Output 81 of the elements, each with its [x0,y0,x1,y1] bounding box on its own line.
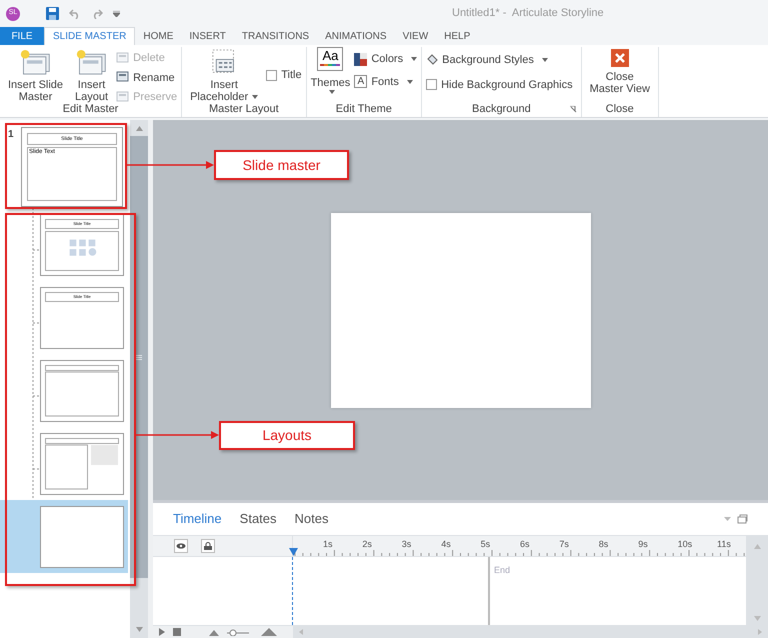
slide-icon [116,71,130,84]
slide-number: 1 [8,128,15,142]
colors-button[interactable]: Colors [354,51,418,68]
scroll-right-icon [758,629,762,635]
eye-icon [176,543,186,549]
placeholder-icon [212,49,236,75]
caret-icon [542,58,548,62]
tick-label: 5s [480,538,490,551]
end-label: End [494,565,510,575]
dialog-launcher-icon [570,106,577,112]
ribbon-tab[interactable]: HELP [436,27,478,45]
tick-label: 4s [441,538,451,551]
color-swatch-icon [354,52,368,66]
group-label: Close [606,102,634,117]
caret-icon [411,57,418,62]
close-master-view-button[interactable]: Close Master View [586,47,654,95]
fonts-button[interactable]: A Fonts [354,74,418,90]
panel-tab[interactable]: States [240,509,277,529]
ribbon-tab[interactable]: VIEW [394,27,436,45]
lock-icon [204,542,212,550]
tick-label: 7s [559,538,569,551]
insert-placeholder-button[interactable]: Insert Placeholder [186,47,262,103]
scroll-down-icon [754,616,760,621]
dropdown-icon [724,517,731,521]
tick-label: 10s [678,538,692,551]
slide-icon [116,90,130,104]
tick-label: 1s [323,538,333,551]
restore-icon [737,514,748,524]
insert-slide-master-button[interactable]: Insert Slide Master [4,47,68,103]
layout-thumbnail[interactable] [40,506,124,568]
grip-icon [136,354,142,360]
play-icon[interactable] [159,628,165,636]
panel-tab[interactable]: Notes [294,509,328,529]
content-placeholder-icon [45,230,119,270]
tick-label: 6s [520,538,530,551]
tick-label: 11s [717,538,731,551]
tick-label: 3s [402,538,412,551]
ribbon-tab[interactable]: HOME [135,27,182,45]
font-glyph: A [354,75,368,88]
scroll-left-icon [299,629,303,635]
annotation-label: Slide master [214,150,349,180]
ribbon-tab[interactable]: INSERT [181,27,234,45]
close-icon [610,49,629,67]
window-title: Untitled1* - Articulate Storyline [452,6,604,22]
lock-button[interactable] [201,539,215,553]
ribbon-tab[interactable]: SLIDE MASTER [44,27,136,45]
scroll-down-icon [136,627,142,632]
panel-tab[interactable]: Timeline [173,509,222,529]
hide-background-checkbox-label[interactable]: Hide Background Graphics [426,76,573,93]
undo-icon[interactable] [69,8,81,18]
group-label: Master Layout [208,102,279,117]
new-slides-icon [20,49,52,75]
tick-label: 2s [362,538,372,551]
insert-layout-button[interactable]: Insert Layout [71,47,112,103]
checkbox[interactable] [426,79,438,90]
ribbon-small-button[interactable]: Rename [116,70,178,86]
visibility-button[interactable] [174,539,188,553]
new-slides-icon [76,49,108,75]
customize-icon[interactable] [113,10,120,16]
scroll-up-icon [754,544,760,548]
themes-button[interactable]: Aa Themes [310,47,350,94]
ribbon-tab[interactable]: TRANSITIONS [234,27,318,45]
file-tab[interactable]: FILE [0,27,44,45]
title-checkbox-label[interactable]: Title [266,67,302,84]
caret-icon [252,95,258,100]
group-label: Edit Master [62,102,118,117]
tick-label: 9s [638,538,648,551]
playhead-icon [289,548,298,556]
scroll-up-icon [136,126,142,131]
group-label: Edit Theme [336,102,392,117]
group-label: Background [472,102,531,117]
annotation-label: Layouts [219,421,355,450]
caret-icon [406,80,413,84]
tick-label: 8s [598,538,608,551]
background-styles-button[interactable]: Background Styles [426,52,573,68]
slide-icon [116,52,130,65]
ribbon-tab[interactable]: ANIMATIONS [317,27,395,45]
caret-icon [329,90,336,94]
redo-icon[interactable] [91,8,103,18]
checkbox[interactable] [266,70,278,81]
save-icon[interactable] [46,7,59,20]
